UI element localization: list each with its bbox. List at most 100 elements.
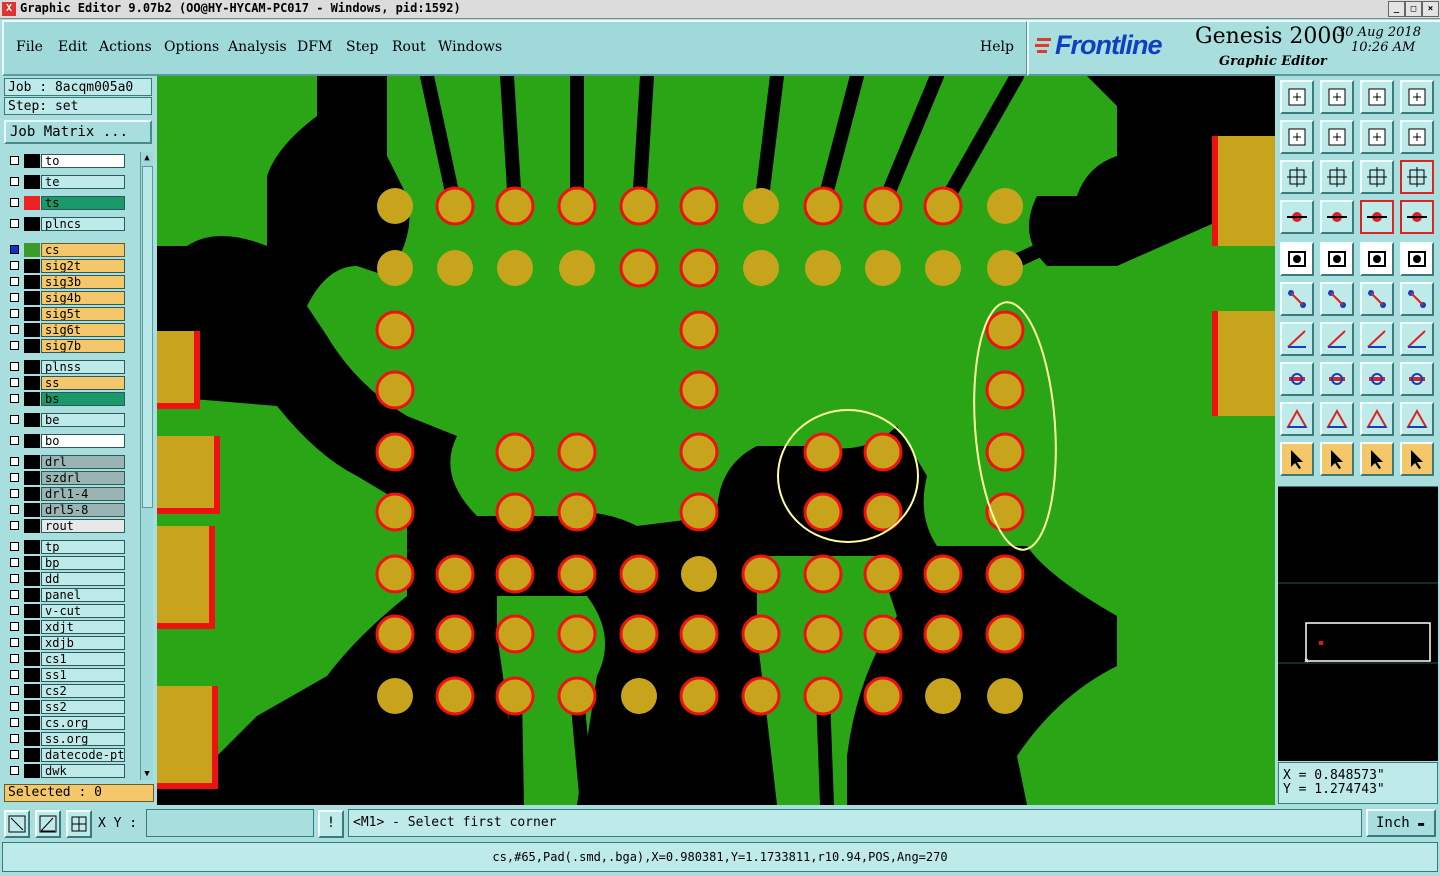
graphic-canvas[interactable] <box>157 76 1275 805</box>
bga-pad[interactable] <box>741 614 781 654</box>
pan-right-button[interactable] <box>1320 120 1354 154</box>
layer-row-sig4b[interactable]: sig4b <box>4 291 138 306</box>
bga-pad[interactable] <box>925 250 961 286</box>
bga-pad[interactable] <box>923 614 963 654</box>
layer-name[interactable]: plncs <box>41 217 125 231</box>
xy-input[interactable] <box>146 809 314 837</box>
layer-checkbox[interactable] <box>10 436 19 445</box>
bga-pad[interactable] <box>377 250 413 286</box>
layer-color-swatch[interactable] <box>24 392 40 406</box>
layer-color-swatch[interactable] <box>24 291 40 305</box>
layer-checkbox[interactable] <box>10 378 19 387</box>
layer-checkbox[interactable] <box>10 457 19 466</box>
measure-button[interactable] <box>1280 200 1314 234</box>
layer-checkbox[interactable] <box>10 219 19 228</box>
layers-color-button[interactable] <box>1360 200 1394 234</box>
bga-pad[interactable] <box>495 614 535 654</box>
bga-pad[interactable] <box>375 432 415 472</box>
bga-pad[interactable] <box>985 432 1025 472</box>
pointer-select-button[interactable] <box>1360 442 1394 476</box>
scroll-thumb[interactable] <box>142 166 153 508</box>
dot-select-button[interactable] <box>1400 242 1434 276</box>
layer-name[interactable]: sig4b <box>41 291 125 305</box>
bga-pad[interactable] <box>743 188 779 224</box>
bga-pad[interactable] <box>557 554 597 594</box>
minimize-button[interactable]: _ <box>1388 1 1405 17</box>
layer-row-ss[interactable]: ss <box>4 376 138 391</box>
layer-checkbox[interactable] <box>10 686 19 695</box>
layer-name[interactable]: cs2 <box>41 684 125 698</box>
bga-pad[interactable] <box>679 310 719 350</box>
layer-name[interactable]: bs <box>41 392 125 406</box>
layer-row-v-cut[interactable]: v-cut <box>4 604 138 619</box>
menu-edit[interactable]: Edit <box>58 39 87 55</box>
multi-select-button[interactable] <box>1400 362 1434 396</box>
ruler-button[interactable] <box>1360 242 1394 276</box>
bga-pad[interactable] <box>621 678 657 714</box>
line-diag-button[interactable] <box>1360 282 1394 316</box>
layer-color-swatch[interactable] <box>24 572 40 586</box>
layer-checkbox[interactable] <box>10 622 19 631</box>
bga-pad[interactable] <box>557 432 597 472</box>
overview-view[interactable]: × <box>1278 487 1438 761</box>
bga-pad[interactable] <box>679 186 719 226</box>
bga-pad[interactable] <box>863 554 903 594</box>
break-button[interactable] <box>1280 362 1314 396</box>
bga-pad[interactable] <box>619 248 659 288</box>
layer-color-swatch[interactable] <box>24 487 40 501</box>
bga-pad[interactable] <box>557 614 597 654</box>
layer-color-swatch[interactable] <box>24 716 40 730</box>
bga-pad[interactable] <box>679 432 719 472</box>
bga-pad[interactable] <box>863 432 903 472</box>
layer-checkbox[interactable] <box>10 293 19 302</box>
layer-checkbox[interactable] <box>10 734 19 743</box>
info-button[interactable]: ! <box>318 810 344 838</box>
layer-row-ss.org[interactable]: ss.org <box>4 732 138 747</box>
bga-pad[interactable] <box>985 614 1025 654</box>
layer-name[interactable]: cs <box>41 243 125 257</box>
layer-checkbox[interactable] <box>10 606 19 615</box>
window-button[interactable] <box>1400 80 1434 114</box>
layer-color-swatch[interactable] <box>24 503 40 517</box>
layer-checkbox[interactable] <box>10 277 19 286</box>
layer-name[interactable]: sig5t <box>41 307 125 321</box>
bga-pad[interactable] <box>495 186 535 226</box>
bga-pad[interactable] <box>803 186 843 226</box>
bga-pad[interactable] <box>495 554 535 594</box>
bga-pad[interactable] <box>375 614 415 654</box>
layer-checkbox[interactable] <box>10 473 19 482</box>
layer-name[interactable]: datecode-ptc <box>41 748 125 762</box>
layer-color-swatch[interactable] <box>24 764 40 778</box>
bga-pad[interactable] <box>679 492 719 532</box>
maximize-button[interactable]: □ <box>1405 1 1422 17</box>
layer-row-drl[interactable]: drl <box>4 455 138 470</box>
scroll-down-icon[interactable]: ▼ <box>141 768 153 780</box>
layer-name[interactable]: be <box>41 413 125 427</box>
bga-pad[interactable] <box>679 370 719 410</box>
layer-name[interactable]: ss.org <box>41 732 125 746</box>
layer-checkbox[interactable] <box>10 670 19 679</box>
bga-pad[interactable] <box>495 432 535 472</box>
zoom-center-button[interactable] <box>1320 160 1354 194</box>
layer-name[interactable]: ss2 <box>41 700 125 714</box>
layer-row-datecode-ptc[interactable]: datecode-ptc <box>4 748 138 763</box>
layer-name[interactable]: sig2t <box>41 259 125 273</box>
layer-name[interactable]: xdjt <box>41 620 125 634</box>
layer-checkbox[interactable] <box>10 558 19 567</box>
menu-windows[interactable]: Windows <box>438 39 502 55</box>
layer-checkbox[interactable] <box>10 766 19 775</box>
layer-row-ts[interactable]: ts <box>4 196 138 211</box>
bga-pad[interactable] <box>679 676 719 716</box>
layer-name[interactable]: v-cut <box>41 604 125 618</box>
help-query-button[interactable] <box>1400 160 1434 194</box>
layer-color-swatch[interactable] <box>24 604 40 618</box>
bga-pad[interactable] <box>803 492 843 532</box>
arc-snap-button[interactable] <box>1400 282 1434 316</box>
bga-pad[interactable] <box>863 676 903 716</box>
menu-rout[interactable]: Rout <box>392 39 426 55</box>
bga-pad[interactable] <box>375 492 415 532</box>
layer-color-swatch[interactable] <box>24 307 40 321</box>
bga-pad[interactable] <box>435 614 475 654</box>
layer-checkbox[interactable] <box>10 521 19 530</box>
layer-color-swatch[interactable] <box>24 471 40 485</box>
